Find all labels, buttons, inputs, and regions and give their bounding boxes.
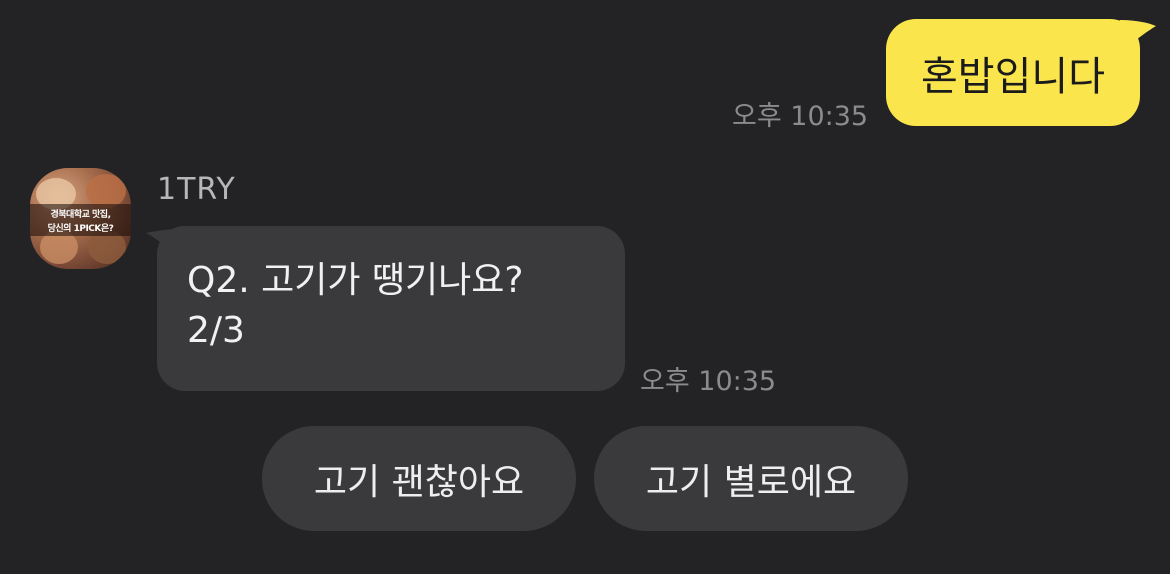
- quick-reply-button[interactable]: 고기 별로에요: [594, 426, 908, 531]
- chat-screen: 혼밥입니다 오후 10:35 경북대학교 맛집, 당신의 1PICK은? 1TR…: [0, 0, 1170, 574]
- incoming-message-line: 2/3: [187, 310, 245, 351]
- sender-avatar[interactable]: 경북대학교 맛집, 당신의 1PICK은?: [30, 168, 131, 269]
- avatar-caption-line1: 경북대학교 맛집,: [50, 210, 111, 220]
- outgoing-message-bubble[interactable]: 혼밥입니다: [886, 19, 1140, 126]
- incoming-message-line: Q2. 고기가 땡기나요?: [187, 260, 524, 301]
- incoming-message-bubble[interactable]: Q2. 고기가 땡기나요? 2/3: [157, 226, 625, 391]
- sender-name[interactable]: 1TRY: [157, 172, 236, 207]
- avatar-caption-line2: 당신의 1PICK은?: [47, 224, 114, 234]
- quick-reply-label: 고기 별로에요: [645, 461, 857, 503]
- quick-reply-button[interactable]: 고기 괜찮아요: [262, 426, 576, 531]
- quick-reply-label: 고기 괜찮아요: [313, 461, 525, 503]
- incoming-message-time: 오후 10:35: [640, 366, 777, 397]
- avatar-food-image: [86, 174, 126, 208]
- outgoing-message-text: 혼밥입니다: [921, 53, 1105, 100]
- outgoing-message-time: 오후 10:35: [732, 101, 869, 132]
